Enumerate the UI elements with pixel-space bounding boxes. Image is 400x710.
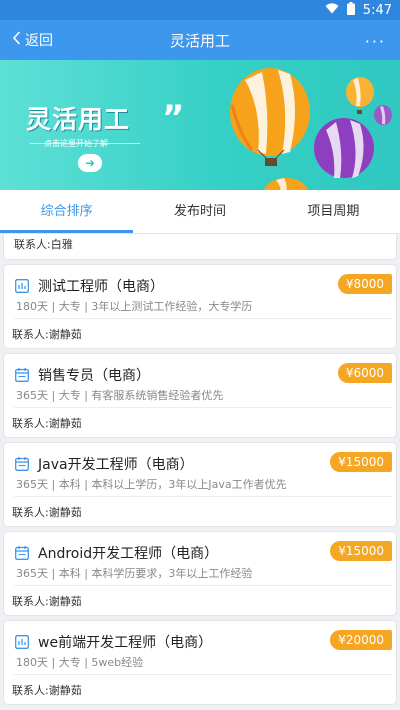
job-card[interactable]: 测试工程师（电商） ¥8000 180天 | 大专 | 3年以上测试工作经验，大… — [3, 264, 397, 349]
job-title: 测试工程师（电商） — [38, 279, 164, 295]
job-meta: 180天 | 大专 | 5web经验 — [16, 656, 144, 669]
contact-label: 联系人:谢静茹 — [12, 417, 82, 430]
job-card[interactable]: 销售专员（电商） ¥6000 365天 | 大专 | 有客服系统销售经验者优先 … — [3, 353, 397, 438]
contact-label: 联系人:白雅 — [14, 238, 73, 251]
tab-project-period[interactable]: 项目周期 — [267, 190, 400, 233]
divider — [14, 496, 392, 497]
list-item-partial[interactable]: 联系人:白雅 — [3, 234, 397, 260]
calendar-doc-icon — [15, 368, 29, 382]
job-list: 联系人:白雅 测试工程师（电商） ¥8000 180天 | 大专 | 3年以上测… — [0, 234, 400, 705]
job-card[interactable]: Java开发工程师（电商） ¥15000 365天 | 本科 | 本科以上学历，… — [3, 442, 397, 527]
job-meta: 365天 | 大专 | 有客服系统销售经验者优先 — [16, 389, 224, 402]
sort-tabs: 综合排序 发布时间 项目周期 — [0, 190, 400, 234]
back-button[interactable]: 返回 — [12, 20, 53, 60]
job-card[interactable]: we前端开发工程师（电商） ¥20000 180天 | 大专 | 5web经验 … — [3, 620, 397, 705]
job-card[interactable]: Android开发工程师（电商） ¥15000 365天 | 本科 | 本科学历… — [3, 531, 397, 616]
divider — [14, 585, 392, 586]
chevron-left-icon — [12, 31, 21, 49]
page-title: 灵活用工 — [169, 31, 230, 50]
chart-doc-icon — [15, 279, 29, 293]
hot-air-balloons-illustration — [230, 68, 392, 190]
salary-badge: ¥15000 — [330, 452, 392, 472]
calendar-doc-icon — [15, 546, 29, 560]
job-meta: 365天 | 本科 | 本科以上学历，3年以上Java工作者优先 — [16, 478, 287, 491]
contact-label: 联系人:谢静茹 — [12, 328, 82, 341]
job-meta: 365天 | 本科 | 本科学历要求，3年以上工作经验 — [16, 567, 253, 580]
contact-label: 联系人:谢静茹 — [12, 595, 82, 608]
clock-time: 5:47 — [362, 2, 392, 18]
tab-comprehensive-sort[interactable]: 综合排序 — [0, 190, 134, 233]
job-meta: 180天 | 大专 | 3年以上测试工作经验，大专学历 — [16, 300, 253, 313]
job-title: 销售专员（电商） — [38, 368, 150, 384]
status-bar: 5:47 — [0, 0, 400, 20]
contact-label: 联系人:谢静茹 — [12, 684, 82, 697]
more-menu-icon[interactable]: ··· — [365, 32, 386, 51]
job-title: we前端开发工程师（电商） — [38, 635, 213, 651]
job-title: Android开发工程师（电商） — [38, 546, 219, 562]
back-label: 返回 — [25, 33, 53, 49]
contact-label: 联系人:谢静茹 — [12, 506, 82, 519]
salary-badge: ¥15000 — [330, 541, 392, 561]
tab-publish-time[interactable]: 发布时间 — [133, 190, 266, 233]
calendar-doc-icon — [15, 457, 29, 471]
salary-badge: ¥8000 — [337, 274, 392, 294]
divider — [14, 318, 392, 319]
divider — [14, 407, 392, 408]
promo-banner[interactable]: 灵活用工 ” 点击这里开始了解 ➜ — [0, 60, 400, 190]
battery-icon — [346, 1, 355, 19]
wifi-icon — [325, 2, 339, 18]
chart-doc-icon — [15, 635, 29, 649]
salary-badge: ¥6000 — [337, 363, 392, 383]
top-navigation-bar: 返回 灵活用工 ··· — [0, 20, 400, 60]
salary-badge: ¥20000 — [330, 630, 392, 650]
job-title: Java开发工程师（电商） — [38, 457, 194, 473]
divider — [14, 674, 392, 675]
